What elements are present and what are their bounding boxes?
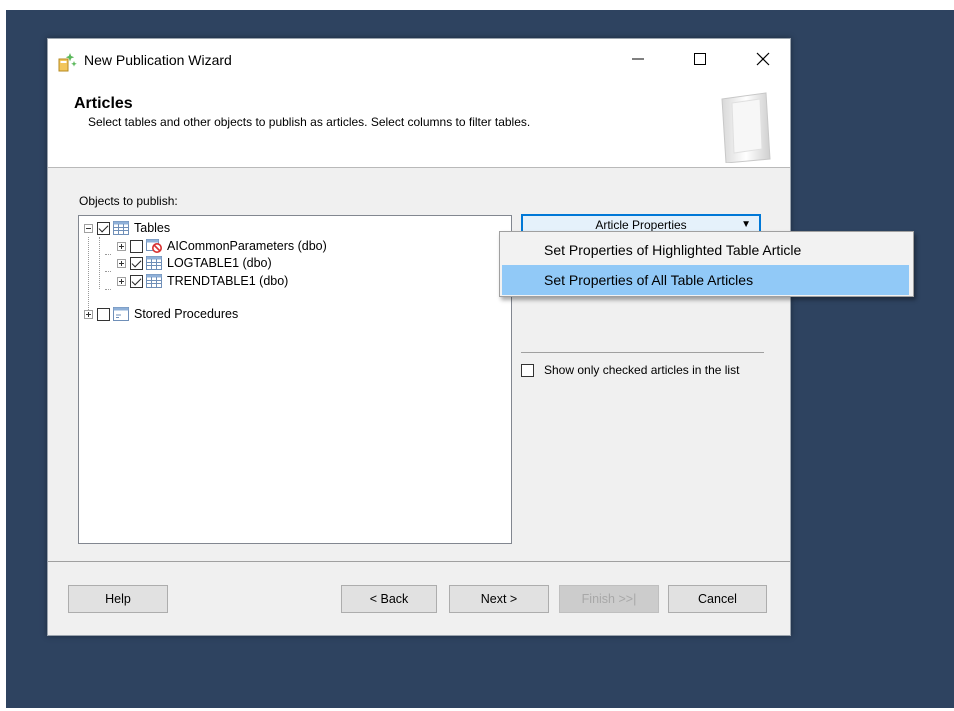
menu-item-label: Set Properties of All Table Articles bbox=[544, 272, 754, 288]
menu-item-set-all-properties[interactable]: Set Properties of All Table Articles bbox=[502, 265, 909, 295]
table-not-publishable-icon bbox=[146, 239, 162, 253]
wizard-header: Articles Select tables and other objects… bbox=[48, 83, 790, 168]
maximize-icon bbox=[694, 53, 706, 65]
objects-to-publish-label: Objects to publish: bbox=[79, 194, 178, 208]
article-properties-label: Article Properties bbox=[595, 217, 687, 232]
minimize-button[interactable] bbox=[615, 39, 661, 79]
expand-toggle-icon[interactable] bbox=[117, 276, 126, 286]
table-icon bbox=[146, 256, 162, 270]
expand-toggle-icon[interactable] bbox=[117, 241, 126, 251]
tree-node-label: LOGTABLE1 (dbo) bbox=[167, 256, 272, 270]
finish-button[interactable]: Finish >>| bbox=[559, 585, 659, 613]
aicommonparameters-checkbox[interactable] bbox=[130, 239, 143, 253]
expand-toggle-icon[interactable] bbox=[84, 309, 93, 319]
stored-procedure-icon bbox=[113, 307, 129, 321]
tree-node-label: TRENDTABLE1 (dbo) bbox=[167, 274, 289, 288]
stored-procedures-checkbox[interactable] bbox=[97, 307, 110, 321]
close-button[interactable] bbox=[740, 39, 786, 79]
dropdown-arrow-icon: ▼ bbox=[741, 219, 751, 230]
close-icon bbox=[756, 52, 770, 66]
show-only-checked-label: Show only checked articles in the list bbox=[544, 363, 740, 377]
table-icon bbox=[146, 274, 162, 288]
title-bar: New Publication Wizard bbox=[48, 39, 790, 83]
tree-node-label: Stored Procedures bbox=[134, 307, 239, 321]
wizard-app-icon bbox=[58, 53, 77, 72]
help-button[interactable]: Help bbox=[68, 585, 168, 613]
wizard-banner-graphic bbox=[721, 92, 771, 163]
tree-node-label: Tables bbox=[134, 221, 171, 235]
divider bbox=[521, 352, 764, 353]
menu-item-label: Set Properties of Highlighted Table Arti… bbox=[544, 242, 802, 258]
window-title: New Publication Wizard bbox=[84, 52, 232, 68]
menu-item-set-highlighted-properties[interactable]: Set Properties of Highlighted Table Arti… bbox=[502, 235, 909, 265]
wizard-window: New Publication Wizard Articles Select t… bbox=[47, 38, 791, 636]
collapse-toggle-icon[interactable] bbox=[84, 223, 93, 233]
article-properties-menu: Set Properties of Highlighted Table Arti… bbox=[499, 231, 914, 297]
expand-toggle-icon[interactable] bbox=[117, 258, 126, 268]
minimize-icon bbox=[632, 58, 644, 60]
tables-checkbox[interactable] bbox=[97, 221, 110, 235]
tree-node-logtable1[interactable]: LOGTABLE1 (dbo) bbox=[117, 254, 272, 272]
page-title: Articles bbox=[74, 95, 133, 112]
footer-divider bbox=[48, 561, 790, 562]
tree-node-label: AICommonParameters (dbo) bbox=[167, 239, 327, 253]
cancel-button[interactable]: Cancel bbox=[668, 585, 767, 613]
tree-node-tables[interactable]: Tables bbox=[84, 219, 170, 237]
objects-tree[interactable]: Tables AICommonParameters (dbo) LOGTABLE… bbox=[78, 215, 512, 544]
show-only-checked-checkbox[interactable] bbox=[521, 364, 534, 377]
next-button[interactable]: Next > bbox=[449, 585, 549, 613]
tree-node-trendtable1[interactable]: TRENDTABLE1 (dbo) bbox=[117, 272, 288, 290]
tree-node-aicommonparameters[interactable]: AICommonParameters (dbo) bbox=[117, 237, 327, 255]
page-subtitle: Select tables and other objects to publi… bbox=[88, 115, 531, 129]
table-icon bbox=[113, 221, 129, 235]
trendtable1-checkbox[interactable] bbox=[130, 274, 143, 288]
back-button[interactable]: < Back bbox=[341, 585, 437, 613]
maximize-button[interactable] bbox=[677, 39, 723, 79]
tree-node-stored-procedures[interactable]: Stored Procedures bbox=[84, 305, 238, 323]
logtable1-checkbox[interactable] bbox=[130, 256, 143, 270]
